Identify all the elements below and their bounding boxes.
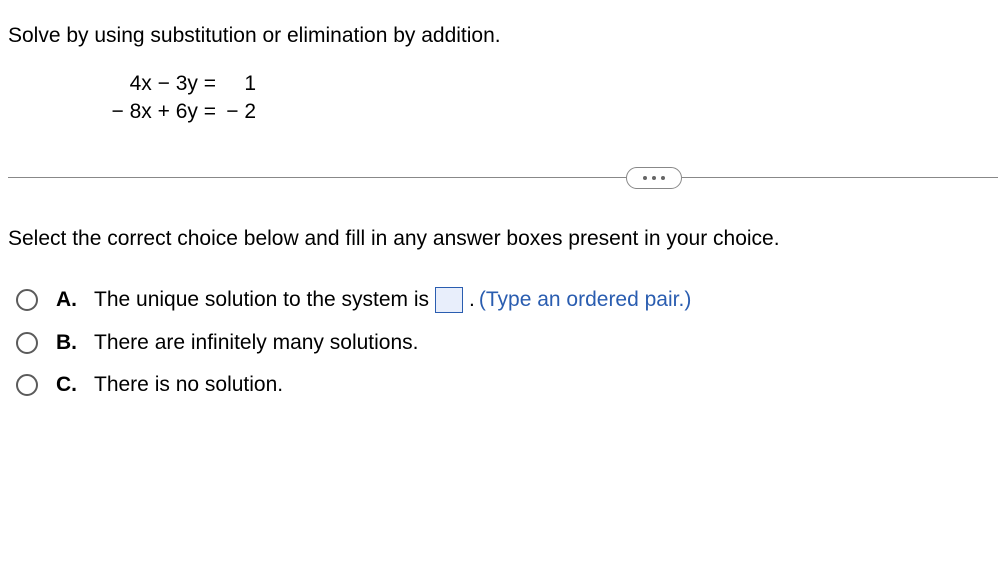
- option-a-text: The unique solution to the system is . (…: [94, 287, 691, 313]
- instruction-text: Select the correct choice below and fill…: [8, 227, 998, 251]
- radio-c[interactable]: [16, 374, 38, 396]
- option-a-hint: (Type an ordered pair.): [479, 288, 691, 312]
- option-c-text: There is no solution.: [94, 373, 283, 397]
- divider-line-right: [682, 177, 998, 178]
- equation-1-left: 4x − 3y =: [94, 70, 216, 98]
- question-text: Solve by using substitution or eliminati…: [8, 24, 998, 48]
- radio-b[interactable]: [16, 332, 38, 354]
- option-b-text: There are infinitely many solutions.: [94, 331, 419, 355]
- answer-input-a[interactable]: [435, 287, 463, 313]
- equation-system: 4x − 3y = 1 − 8x + 6y = − 2: [94, 70, 998, 127]
- equation-1: 4x − 3y = 1: [94, 70, 998, 98]
- option-a-letter: A.: [56, 288, 80, 312]
- equation-2: − 8x + 6y = − 2: [94, 98, 998, 126]
- option-b-letter: B.: [56, 331, 80, 355]
- radio-a[interactable]: [16, 289, 38, 311]
- option-b[interactable]: B. There are infinitely many solutions.: [16, 331, 998, 355]
- more-icon[interactable]: [626, 167, 682, 189]
- option-c[interactable]: C. There is no solution.: [16, 373, 998, 397]
- option-c-letter: C.: [56, 373, 80, 397]
- option-a[interactable]: A. The unique solution to the system is …: [16, 287, 998, 313]
- equation-2-right: − 2: [216, 98, 256, 126]
- option-a-before: The unique solution to the system is: [94, 288, 429, 312]
- equation-1-right: 1: [216, 70, 256, 98]
- options-group: A. The unique solution to the system is …: [8, 287, 998, 397]
- option-a-period: .: [469, 288, 475, 312]
- equation-2-left: − 8x + 6y =: [94, 98, 216, 126]
- divider-line-left: [8, 177, 626, 178]
- divider: [8, 167, 998, 189]
